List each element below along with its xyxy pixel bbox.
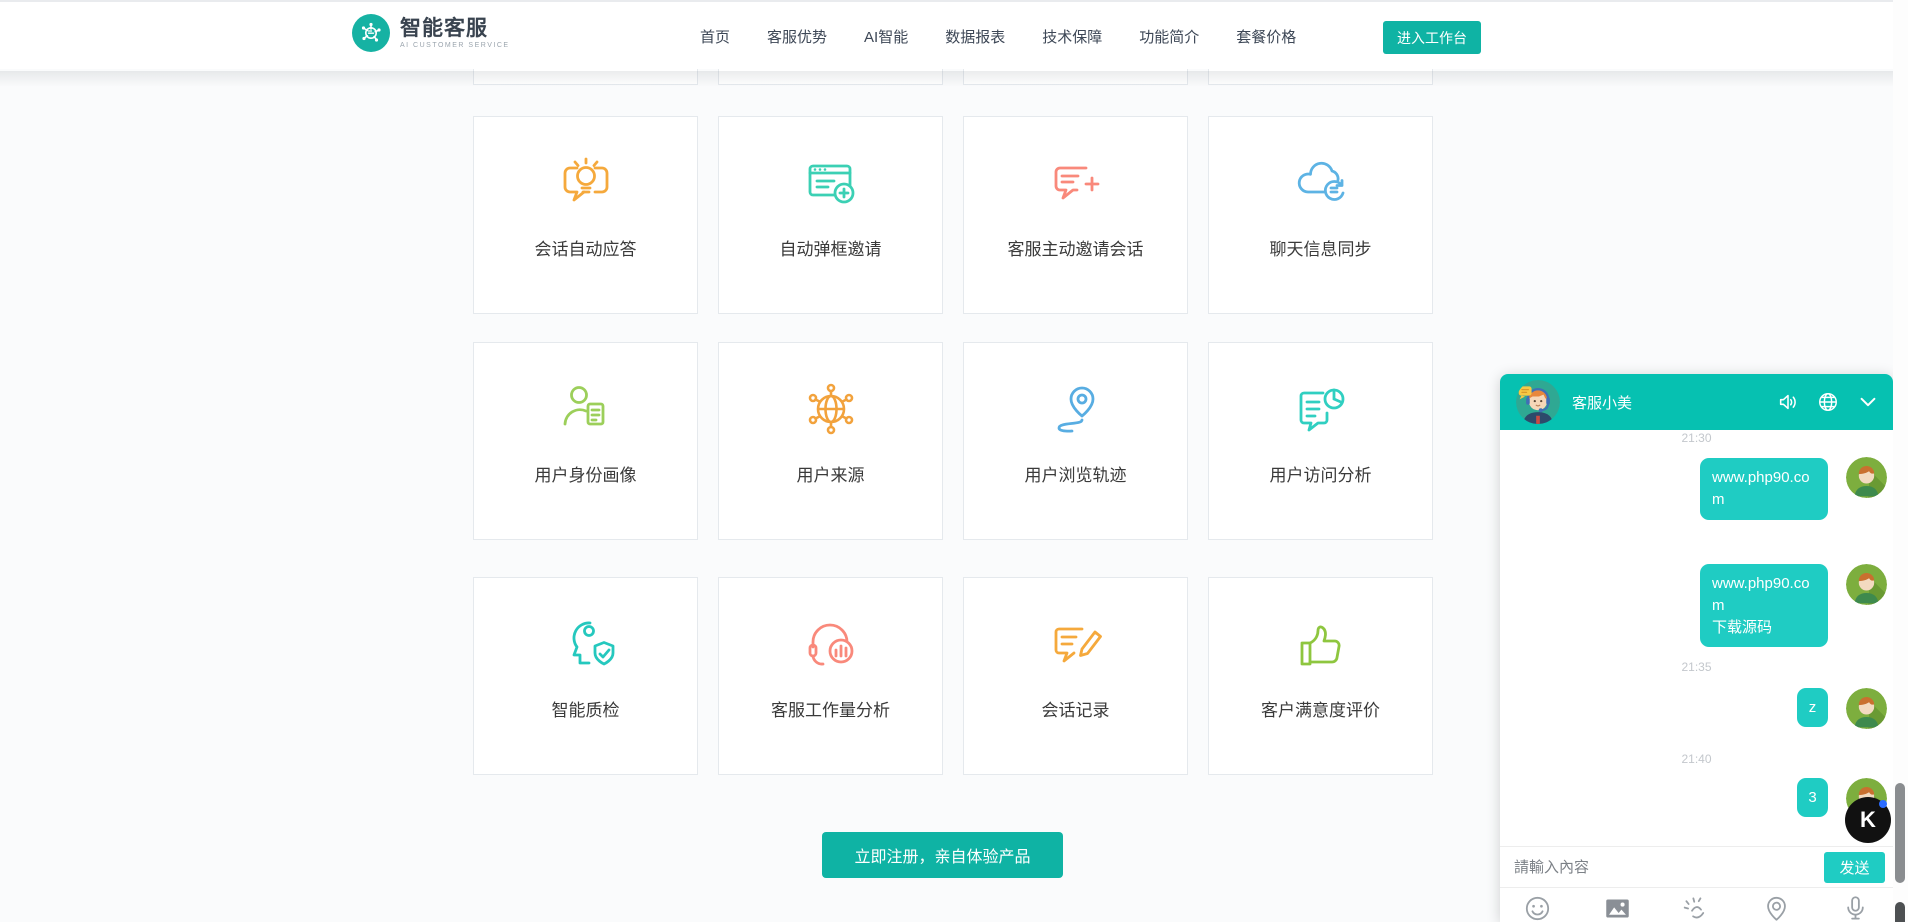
- cloud-sync-icon: [1209, 143, 1432, 223]
- visitor-avatar: [1846, 564, 1887, 605]
- k-badge-letter: K: [1860, 807, 1876, 833]
- shake-icon[interactable]: [1683, 895, 1710, 922]
- feature-card-cutoff: [963, 69, 1188, 85]
- chat-toolbar: [1500, 887, 1893, 922]
- nav-item-functions[interactable]: 功能简介: [1139, 26, 1199, 47]
- feature-card: 会话记录: [963, 577, 1188, 775]
- chat-header-icons: [1777, 374, 1879, 430]
- feature-card: 用户身份画像: [473, 342, 698, 540]
- doc-pie-icon: [1209, 369, 1432, 449]
- feature-card-label: 客服主动邀请会话: [964, 235, 1187, 260]
- feature-card-label: 智能质检: [474, 696, 697, 721]
- nav-item-tech[interactable]: 技术保障: [1042, 26, 1102, 47]
- scrollbar-bottom-segment[interactable]: [1895, 902, 1905, 922]
- chat-widget: 客服小美 21:30 www.php90.com: [1500, 374, 1893, 922]
- emoji-icon[interactable]: [1524, 895, 1551, 922]
- feature-card: 客服工作量分析: [718, 577, 943, 775]
- feature-card-label: 客服工作量分析: [719, 696, 942, 721]
- brand-name: 智能客服: [400, 17, 510, 40]
- network-globe-icon: [719, 369, 942, 449]
- minimize-chevron-icon[interactable]: [1857, 391, 1879, 413]
- brand-logo[interactable]: 智能客服 AI CUSTOMER SERVICE: [352, 14, 510, 52]
- chat-message-bubble[interactable]: 3: [1797, 778, 1828, 817]
- person-card-icon: [474, 369, 697, 449]
- sound-icon[interactable]: [1777, 391, 1799, 413]
- feature-card: 用户访问分析: [1208, 342, 1433, 540]
- feature-card-label: 会话记录: [964, 696, 1187, 721]
- feature-card-label: 会话自动应答: [474, 235, 697, 260]
- chat-header[interactable]: 客服小美: [1500, 374, 1893, 430]
- nav-item-pricing[interactable]: 套餐价格: [1236, 26, 1296, 47]
- feature-card: 客服主动邀请会话: [963, 116, 1188, 314]
- feature-card-cutoff: [473, 69, 698, 85]
- language-globe-icon[interactable]: [1817, 391, 1839, 413]
- thumb-up-icon: [1209, 604, 1432, 684]
- headset-chart-icon: [719, 604, 942, 684]
- feature-card-label: 用户来源: [719, 461, 942, 486]
- chat-message-bubble[interactable]: www.php90.com 下载源码: [1700, 564, 1828, 647]
- window-plus-icon: [719, 143, 942, 223]
- lightbulb-chat-icon: [474, 143, 697, 223]
- floating-k-badge[interactable]: K: [1845, 797, 1891, 843]
- chat-input-row: 发送: [1500, 846, 1893, 887]
- feature-card: 客户满意度评价: [1208, 577, 1433, 775]
- visitor-avatar: [1846, 457, 1887, 498]
- send-button[interactable]: 发送: [1824, 852, 1885, 883]
- agent-name: 客服小美: [1572, 392, 1632, 413]
- brand-logo-icon: [352, 14, 390, 52]
- chat-message-bubble[interactable]: www.php90.com: [1700, 458, 1828, 520]
- message-timestamp: 21:30: [1500, 431, 1893, 445]
- feature-card: 用户浏览轨迹: [963, 342, 1188, 540]
- chat-pencil-icon: [964, 604, 1187, 684]
- image-icon[interactable]: [1604, 895, 1631, 922]
- nav-item-ai[interactable]: AI智能: [864, 26, 908, 47]
- feature-card-label: 用户身份画像: [474, 461, 697, 486]
- feature-card: 智能质检: [473, 577, 698, 775]
- k-badge-notification-dot: [1879, 800, 1887, 808]
- brand-subtitle: AI CUSTOMER SERVICE: [400, 42, 510, 49]
- chat-message-input[interactable]: [1514, 859, 1824, 876]
- nav-item-reports[interactable]: 数据报表: [945, 26, 1005, 47]
- chat-message-bubble[interactable]: z: [1797, 688, 1828, 727]
- agent-avatar: [1516, 380, 1560, 424]
- chat-messages-area[interactable]: 21:30 www.php90.com www.php90.com 下载源码: [1500, 430, 1893, 846]
- brand-logo-text: 智能客服 AI CUSTOMER SERVICE: [400, 17, 510, 49]
- feature-card-label: 客户满意度评价: [1209, 696, 1432, 721]
- nav-menu: 首页 客服优势 AI智能 数据报表 技术保障 功能简介 套餐价格: [700, 2, 1296, 71]
- nav-item-home[interactable]: 首页: [700, 26, 730, 47]
- microphone-icon[interactable]: [1842, 895, 1869, 922]
- visitor-avatar: [1846, 688, 1887, 729]
- feature-card: 会话自动应答: [473, 116, 698, 314]
- register-cta-button[interactable]: 立即注册，亲自体验产品: [822, 832, 1063, 878]
- chat-plus-icon: [964, 143, 1187, 223]
- pin-route-icon: [964, 369, 1187, 449]
- scrollbar-thumb[interactable]: [1895, 783, 1905, 883]
- feature-card: 聊天信息同步: [1208, 116, 1433, 314]
- feature-card-cutoff: [1208, 69, 1433, 85]
- feature-card-label: 用户浏览轨迹: [964, 461, 1187, 486]
- enter-workbench-button[interactable]: 进入工作台: [1383, 21, 1481, 54]
- page-scrollbar[interactable]: [1893, 0, 1908, 922]
- feature-card-label: 聊天信息同步: [1209, 235, 1432, 260]
- feature-card-label: 自动弹框邀请: [719, 235, 942, 260]
- message-link[interactable]: 下载源码: [1712, 619, 1772, 636]
- location-icon[interactable]: [1763, 895, 1790, 922]
- feature-card: 用户来源: [718, 342, 943, 540]
- message-timestamp: 21:40: [1500, 752, 1893, 766]
- message-timestamp: 21:35: [1500, 660, 1893, 674]
- head-shield-icon: [474, 604, 697, 684]
- feature-card-cutoff: [718, 69, 943, 85]
- message-line: www.php90.com: [1712, 575, 1810, 614]
- feature-card: 自动弹框邀请: [718, 116, 943, 314]
- feature-card-label: 用户访问分析: [1209, 461, 1432, 486]
- top-navigation-bar: 智能客服 AI CUSTOMER SERVICE 首页 客服优势 AI智能 数据…: [0, 0, 1908, 69]
- nav-item-advantage[interactable]: 客服优势: [767, 26, 827, 47]
